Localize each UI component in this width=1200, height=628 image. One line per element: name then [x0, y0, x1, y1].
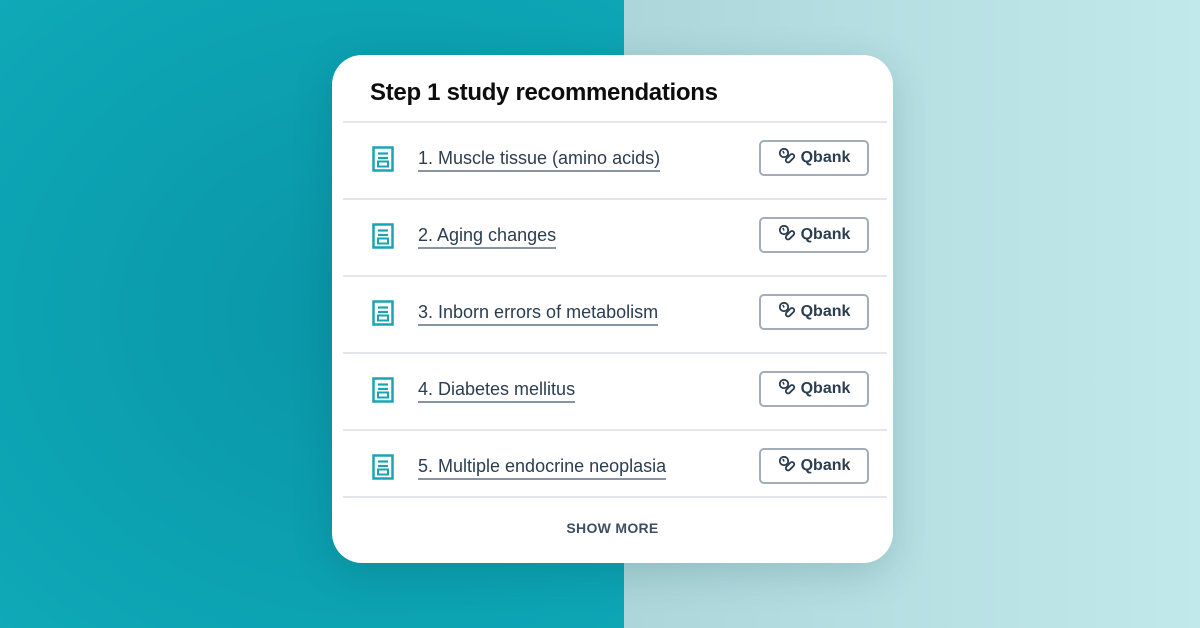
qbank-button[interactable]: Qbank — [759, 217, 869, 253]
document-icon — [372, 300, 394, 326]
qbank-pill-icon — [778, 224, 796, 247]
document-icon — [372, 223, 394, 249]
qbank-button-label: Qbank — [800, 457, 851, 474]
topic-link[interactable]: 1. Muscle tissue (amino acids) — [418, 147, 661, 172]
qbank-pill-icon — [778, 378, 796, 401]
topic-link[interactable]: 5. Multiple endocrine neoplasia — [418, 455, 667, 480]
topic-link[interactable]: 2. Aging changes — [418, 224, 557, 249]
topic-link[interactable]: 3. Inborn errors of metabolism — [418, 301, 659, 326]
list-item: 3. Inborn errors of metabolism Qbank — [343, 275, 887, 352]
list-item: 1. Muscle tissue (amino acids) Qbank — [343, 121, 887, 198]
study-recommendations-card: Step 1 study recommendations 1. Muscle t… — [332, 55, 893, 563]
qbank-button-label: Qbank — [800, 226, 851, 243]
recommendation-list: 1. Muscle tissue (amino acids) Qbank 2. … — [343, 121, 887, 506]
qbank-button[interactable]: Qbank — [759, 371, 869, 407]
document-icon — [372, 377, 394, 403]
qbank-button-label: Qbank — [800, 149, 851, 166]
qbank-button[interactable]: Qbank — [759, 140, 869, 176]
list-item: 4. Diabetes mellitus Qbank — [343, 352, 887, 429]
document-icon — [372, 454, 394, 480]
qbank-pill-icon — [778, 147, 796, 170]
qbank-button-label: Qbank — [800, 380, 851, 397]
divider — [343, 496, 887, 498]
show-more-button[interactable]: SHOW MORE — [332, 520, 893, 536]
qbank-button-label: Qbank — [800, 303, 851, 320]
qbank-pill-icon — [778, 301, 796, 324]
qbank-button[interactable]: Qbank — [759, 294, 869, 330]
card-title: Step 1 study recommendations — [370, 79, 718, 106]
list-item: 2. Aging changes Qbank — [343, 198, 887, 275]
list-item: 5. Multiple endocrine neoplasia Qbank — [343, 429, 887, 506]
qbank-pill-icon — [778, 455, 796, 478]
document-icon — [372, 146, 394, 172]
qbank-button[interactable]: Qbank — [759, 448, 869, 484]
topic-link[interactable]: 4. Diabetes mellitus — [418, 378, 576, 403]
